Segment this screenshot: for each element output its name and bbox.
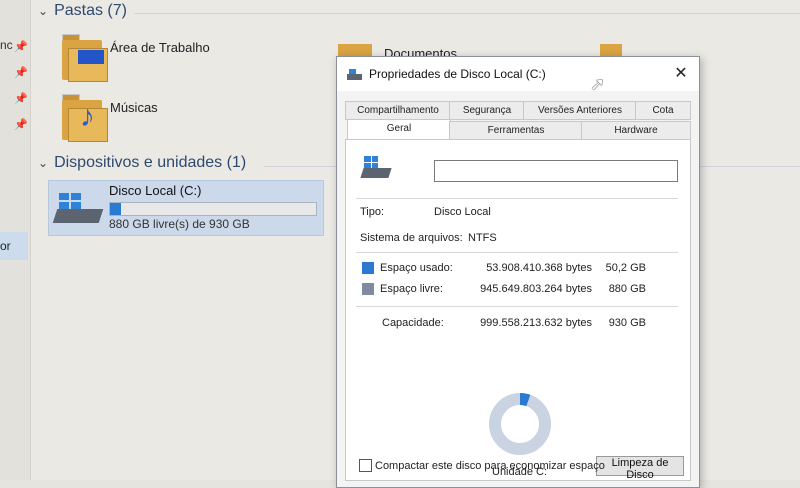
filesystem-label: Sistema de arquivos: (360, 232, 463, 244)
tab-ferramentas[interactable]: Ferramentas (449, 121, 583, 140)
divider (356, 306, 678, 307)
pin-icon: 📌 (14, 119, 28, 131)
drive-name: Disco Local (C:) (109, 183, 202, 198)
chevron-down-icon: ⌄ (38, 4, 49, 18)
free-space-gb: 880 GB (608, 283, 646, 295)
nav-item-quick-access[interactable]: nc (0, 38, 13, 52)
used-space-bytes: 53.908.410.368 bytes (486, 262, 592, 274)
nav-item-selected[interactable]: or (0, 232, 28, 260)
folder-label-music[interactable]: Músicas (110, 100, 158, 115)
music-folder-icon[interactable]: ♪ (62, 94, 108, 142)
devices-group-label: Dispositivos e unidades (1) (54, 154, 247, 171)
used-space-label: Espaço usado: (380, 262, 453, 274)
used-space-swatch (362, 262, 374, 274)
compress-label[interactable]: Compactar este disco para economizar esp… (375, 460, 605, 472)
compress-option[interactable]: Compactar este disco para economizar esp… (359, 459, 605, 472)
capacity-gb: 930 GB (608, 317, 646, 329)
hard-drive-icon (360, 156, 392, 182)
tab-hardware[interactable]: Hardware (581, 121, 691, 140)
properties-dialog: Propriedades de Disco Local (C:) ✕ Compa… (336, 56, 700, 488)
tab-cota[interactable]: Cota (635, 101, 691, 120)
filesystem-value: NTFS (468, 232, 497, 244)
type-value: Disco Local (434, 206, 491, 218)
dialog-titlebar[interactable]: Propriedades de Disco Local (C:) ✕ (337, 57, 699, 91)
drive-name-field[interactable] (434, 160, 678, 182)
devices-group-header[interactable]: ⌄ Dispositivos e unidades (1) (38, 154, 246, 172)
drive-usage-bar (109, 202, 317, 216)
close-button[interactable]: ✕ (669, 63, 693, 85)
drive-tile-c[interactable]: Disco Local (C:) 880 GB livre(s) de 930 … (48, 180, 324, 236)
free-space-swatch (362, 283, 374, 295)
tab-strip: Compartilhamento Segurança Versões Anter… (337, 97, 699, 141)
group-divider (134, 13, 800, 14)
type-label: Tipo: (360, 206, 385, 218)
drive-free-space: 880 GB livre(s) de 930 GB (109, 217, 250, 231)
tab-geral[interactable]: Geral (347, 119, 451, 140)
mouse-cursor-icon: ➚ (590, 74, 606, 94)
folders-group-header[interactable]: ⌄ Pastas (7) (38, 2, 127, 20)
used-space-gb: 50,2 GB (605, 262, 646, 274)
usage-donut-chart (489, 393, 551, 455)
chevron-down-icon: ⌄ (38, 156, 49, 170)
hard-drive-icon (52, 193, 104, 227)
pin-icon: 📌 (14, 41, 28, 53)
navigation-pane: nc 📌 📌 📌 📌 or (0, 0, 31, 480)
pin-icon: 📌 (14, 67, 28, 79)
donut-free-segment (489, 393, 551, 455)
tab-versoes-anteriores[interactable]: Versões Anteriores (523, 101, 637, 120)
free-space-bytes: 945.649.803.264 bytes (480, 283, 592, 295)
hard-drive-icon (347, 69, 363, 81)
desktop-folder-icon[interactable] (62, 34, 108, 82)
folders-group-label: Pastas (7) (54, 2, 127, 19)
pin-icon: 📌 (14, 93, 28, 105)
tab-compartilhamento[interactable]: Compartilhamento (345, 101, 451, 120)
general-tab-panel: Tipo: Disco Local Sistema de arquivos: N… (345, 139, 691, 481)
folder-label-desktop[interactable]: Área de Trabalho (110, 40, 210, 55)
disk-cleanup-button[interactable]: Limpeza de Disco (596, 456, 684, 481)
tab-seguranca[interactable]: Segurança (449, 101, 525, 120)
capacity-bytes: 999.558.213.632 bytes (480, 317, 592, 329)
compress-checkbox[interactable] (359, 459, 372, 472)
divider (356, 198, 678, 199)
free-space-label: Espaço livre: (380, 283, 443, 295)
capacity-label: Capacidade: (382, 317, 444, 329)
dialog-title: Propriedades de Disco Local (C:) (369, 67, 546, 81)
divider (356, 252, 678, 253)
